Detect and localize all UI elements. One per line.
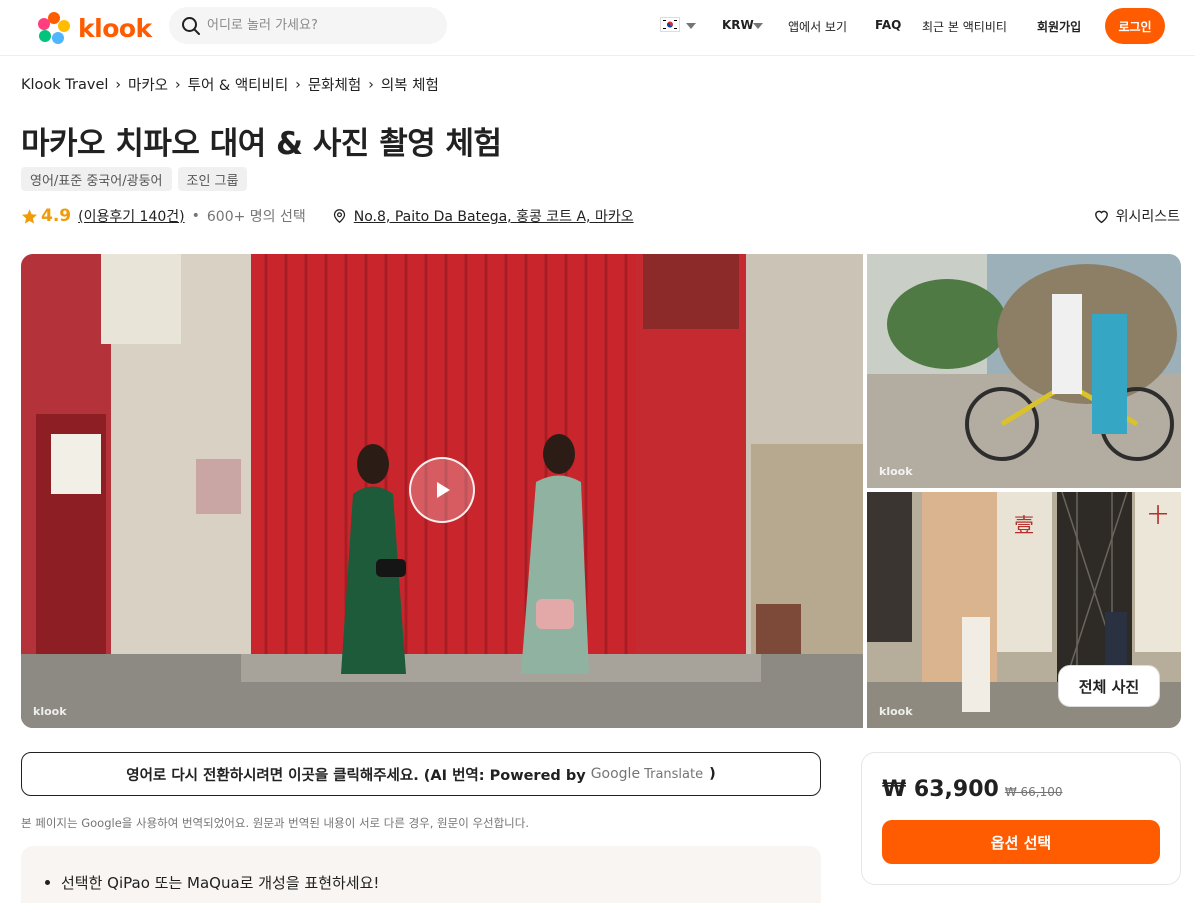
language-selector[interactable]: [660, 17, 680, 32]
logo-text: klook: [78, 13, 152, 43]
language-tag: 영어/표준 중국어/광둥어: [21, 167, 172, 191]
main-photo-video[interactable]: klook: [21, 254, 863, 728]
group-tag: 조인 그룹: [177, 167, 248, 191]
play-icon: [437, 482, 450, 498]
open-in-app-link[interactable]: 앱에서 보기: [788, 18, 847, 35]
wishlist-label[interactable]: 위시리스트: [1116, 206, 1180, 226]
wishlist-button[interactable]: 위시리스트: [1093, 206, 1180, 226]
recently-viewed-link[interactable]: 최근 본 액티비티: [922, 18, 1007, 35]
klook-logo-icon: [38, 12, 70, 44]
breadcrumb-item-culture[interactable]: 문화체험: [308, 74, 361, 95]
play-video-button[interactable]: [409, 457, 475, 523]
separator-dot: •: [191, 208, 200, 224]
highlight-item: 선택한 QiPao 또는 MaQua로 개성을 표현하세요!: [45, 872, 797, 893]
korea-flag-icon: [661, 18, 679, 31]
location-text[interactable]: No.8, Paito Da Batega, 홍콩 코트 A, 마카오: [354, 206, 634, 226]
currency-chevron-down-icon[interactable]: [753, 23, 763, 29]
price-card: ₩ 63,900 ₩ 66,100 옵션 선택: [861, 752, 1181, 885]
side-photo-2[interactable]: 壹 十 klook 전체 사진: [867, 492, 1181, 728]
chevron-right-icon: ›: [115, 76, 121, 93]
booked-count: 600+ 명의 선택: [206, 209, 306, 225]
view-all-photos-button[interactable]: 전체 사진: [1058, 665, 1160, 707]
translate-button-text: 영어로 다시 전환하시려면 이곳을 클릭해주세요. (AI 번역: Powere…: [126, 767, 586, 784]
couple-bicycle-photo: [867, 254, 1181, 488]
search-input[interactable]: [207, 18, 427, 33]
current-price: ₩ 63,900: [882, 777, 999, 802]
search-bar[interactable]: [169, 7, 447, 44]
sign-right-char: 十: [1148, 503, 1168, 527]
chevron-right-icon: ›: [295, 76, 301, 93]
translation-notice: 본 페이지는 Google을 사용하여 번역되었어요. 원문과 번역된 내용이 …: [21, 816, 530, 830]
currency-selector[interactable]: KRW: [722, 18, 754, 32]
rating-value: 4.9: [41, 206, 72, 226]
faq-link[interactable]: FAQ: [875, 18, 901, 32]
klook-logo[interactable]: klook: [36, 10, 152, 46]
top-header: klook KRW 앱에서 보기 FAQ 최근 본 액티비티 회원가입 로그인: [0, 0, 1195, 56]
price-row: ₩ 63,900 ₩ 66,100: [882, 777, 1063, 802]
chevron-right-icon: ›: [368, 76, 374, 93]
reviews-link[interactable]: (이용후기 140건): [78, 206, 185, 226]
location-link[interactable]: No.8, Paito Da Batega, 홍콩 코트 A, 마카오: [332, 206, 634, 226]
language-chevron-down-icon[interactable]: [686, 23, 696, 29]
klook-watermark: klook: [879, 465, 913, 478]
heart-icon: [1094, 210, 1108, 224]
google-logo-text: Google: [590, 766, 641, 782]
page-title: 마카오 치파오 대여 & 사진 촬영 체험: [21, 126, 502, 162]
location-pin-icon: [333, 209, 345, 224]
translate-close-paren: ): [709, 766, 716, 782]
breadcrumb: Klook Travel › 마카오 › 투어 & 액티비티 › 문화체험 › …: [21, 74, 439, 95]
breadcrumb-item-tours[interactable]: 투어 & 액티비티: [188, 74, 289, 95]
search-icon: [182, 16, 200, 35]
sign-left-char: 壹: [1014, 513, 1034, 537]
breadcrumb-item-macau[interactable]: 마카오: [128, 74, 168, 95]
switch-to-english-button[interactable]: 영어로 다시 전환하시려면 이곳을 클릭해주세요. (AI 번역: Powere…: [21, 752, 821, 796]
translate-word: Translate: [644, 766, 704, 782]
star-icon: [22, 208, 37, 224]
activity-meta: 4.9 (이용후기 140건) • 600+ 명의 선택 No.8, Paito…: [21, 204, 634, 228]
highlights-box: 선택한 QiPao 또는 MaQua로 개성을 표현하세요!: [21, 846, 821, 903]
breadcrumb-item-klook-travel[interactable]: Klook Travel: [21, 77, 108, 93]
side-photo-1[interactable]: klook: [867, 254, 1181, 488]
klook-watermark: klook: [879, 705, 913, 718]
breadcrumb-item-costume[interactable]: 의복 체험: [381, 74, 439, 95]
signup-link[interactable]: 회원가입: [1037, 18, 1081, 35]
select-option-button[interactable]: 옵션 선택: [882, 820, 1160, 864]
activity-tags: 영어/표준 중국어/광둥어 조인 그룹: [21, 167, 248, 191]
klook-watermark: klook: [33, 705, 67, 718]
original-price: ₩ 66,100: [1004, 785, 1063, 799]
login-button[interactable]: 로그인: [1105, 8, 1165, 44]
chevron-right-icon: ›: [175, 76, 181, 93]
